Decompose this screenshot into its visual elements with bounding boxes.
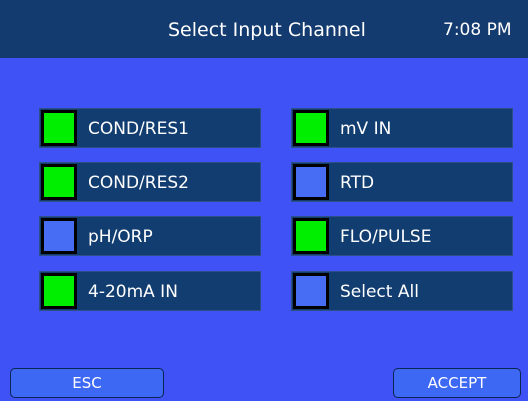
channel-cond-res1[interactable]: COND/RES1: [39, 108, 261, 148]
selection-box[interactable]: [293, 164, 329, 200]
selection-box[interactable]: [41, 110, 77, 146]
channel-label: COND/RES1: [88, 119, 189, 139]
channel-label: COND/RES2: [88, 173, 189, 193]
channel-mv-in[interactable]: mV IN: [291, 108, 513, 148]
channel-select-all[interactable]: Select All: [291, 271, 513, 311]
channel-ph-orp[interactable]: pH/ORP: [39, 216, 261, 256]
input-channel-screen: Select Input Channel 7:08 PM COND/RES1 m…: [0, 0, 530, 401]
channel-4-20ma-in[interactable]: 4-20mA IN: [39, 271, 261, 311]
channel-label: Select All: [340, 282, 419, 302]
header-bar: Select Input Channel 7:08 PM: [0, 0, 528, 58]
channel-cond-res2[interactable]: COND/RES2: [39, 162, 261, 202]
accept-button[interactable]: ACCEPT: [393, 368, 521, 398]
channel-label: pH/ORP: [88, 227, 153, 247]
esc-button[interactable]: ESC: [10, 368, 164, 398]
channel-label: 4-20mA IN: [88, 282, 178, 302]
channel-label: FLO/PULSE: [340, 227, 432, 247]
selection-box[interactable]: [293, 273, 329, 309]
selection-box[interactable]: [41, 164, 77, 200]
channel-label: RTD: [340, 173, 375, 193]
channel-label: mV IN: [340, 119, 392, 139]
selection-box[interactable]: [293, 218, 329, 254]
channel-flo-pulse[interactable]: FLO/PULSE: [291, 216, 513, 256]
selection-box[interactable]: [41, 218, 77, 254]
channel-rtd[interactable]: RTD: [291, 162, 513, 202]
page-title: Select Input Channel: [168, 19, 366, 41]
selection-box[interactable]: [41, 273, 77, 309]
blue-panel: Select Input Channel 7:08 PM COND/RES1 m…: [0, 0, 528, 401]
selection-box[interactable]: [293, 110, 329, 146]
clock-time: 7:08 PM: [443, 20, 512, 40]
